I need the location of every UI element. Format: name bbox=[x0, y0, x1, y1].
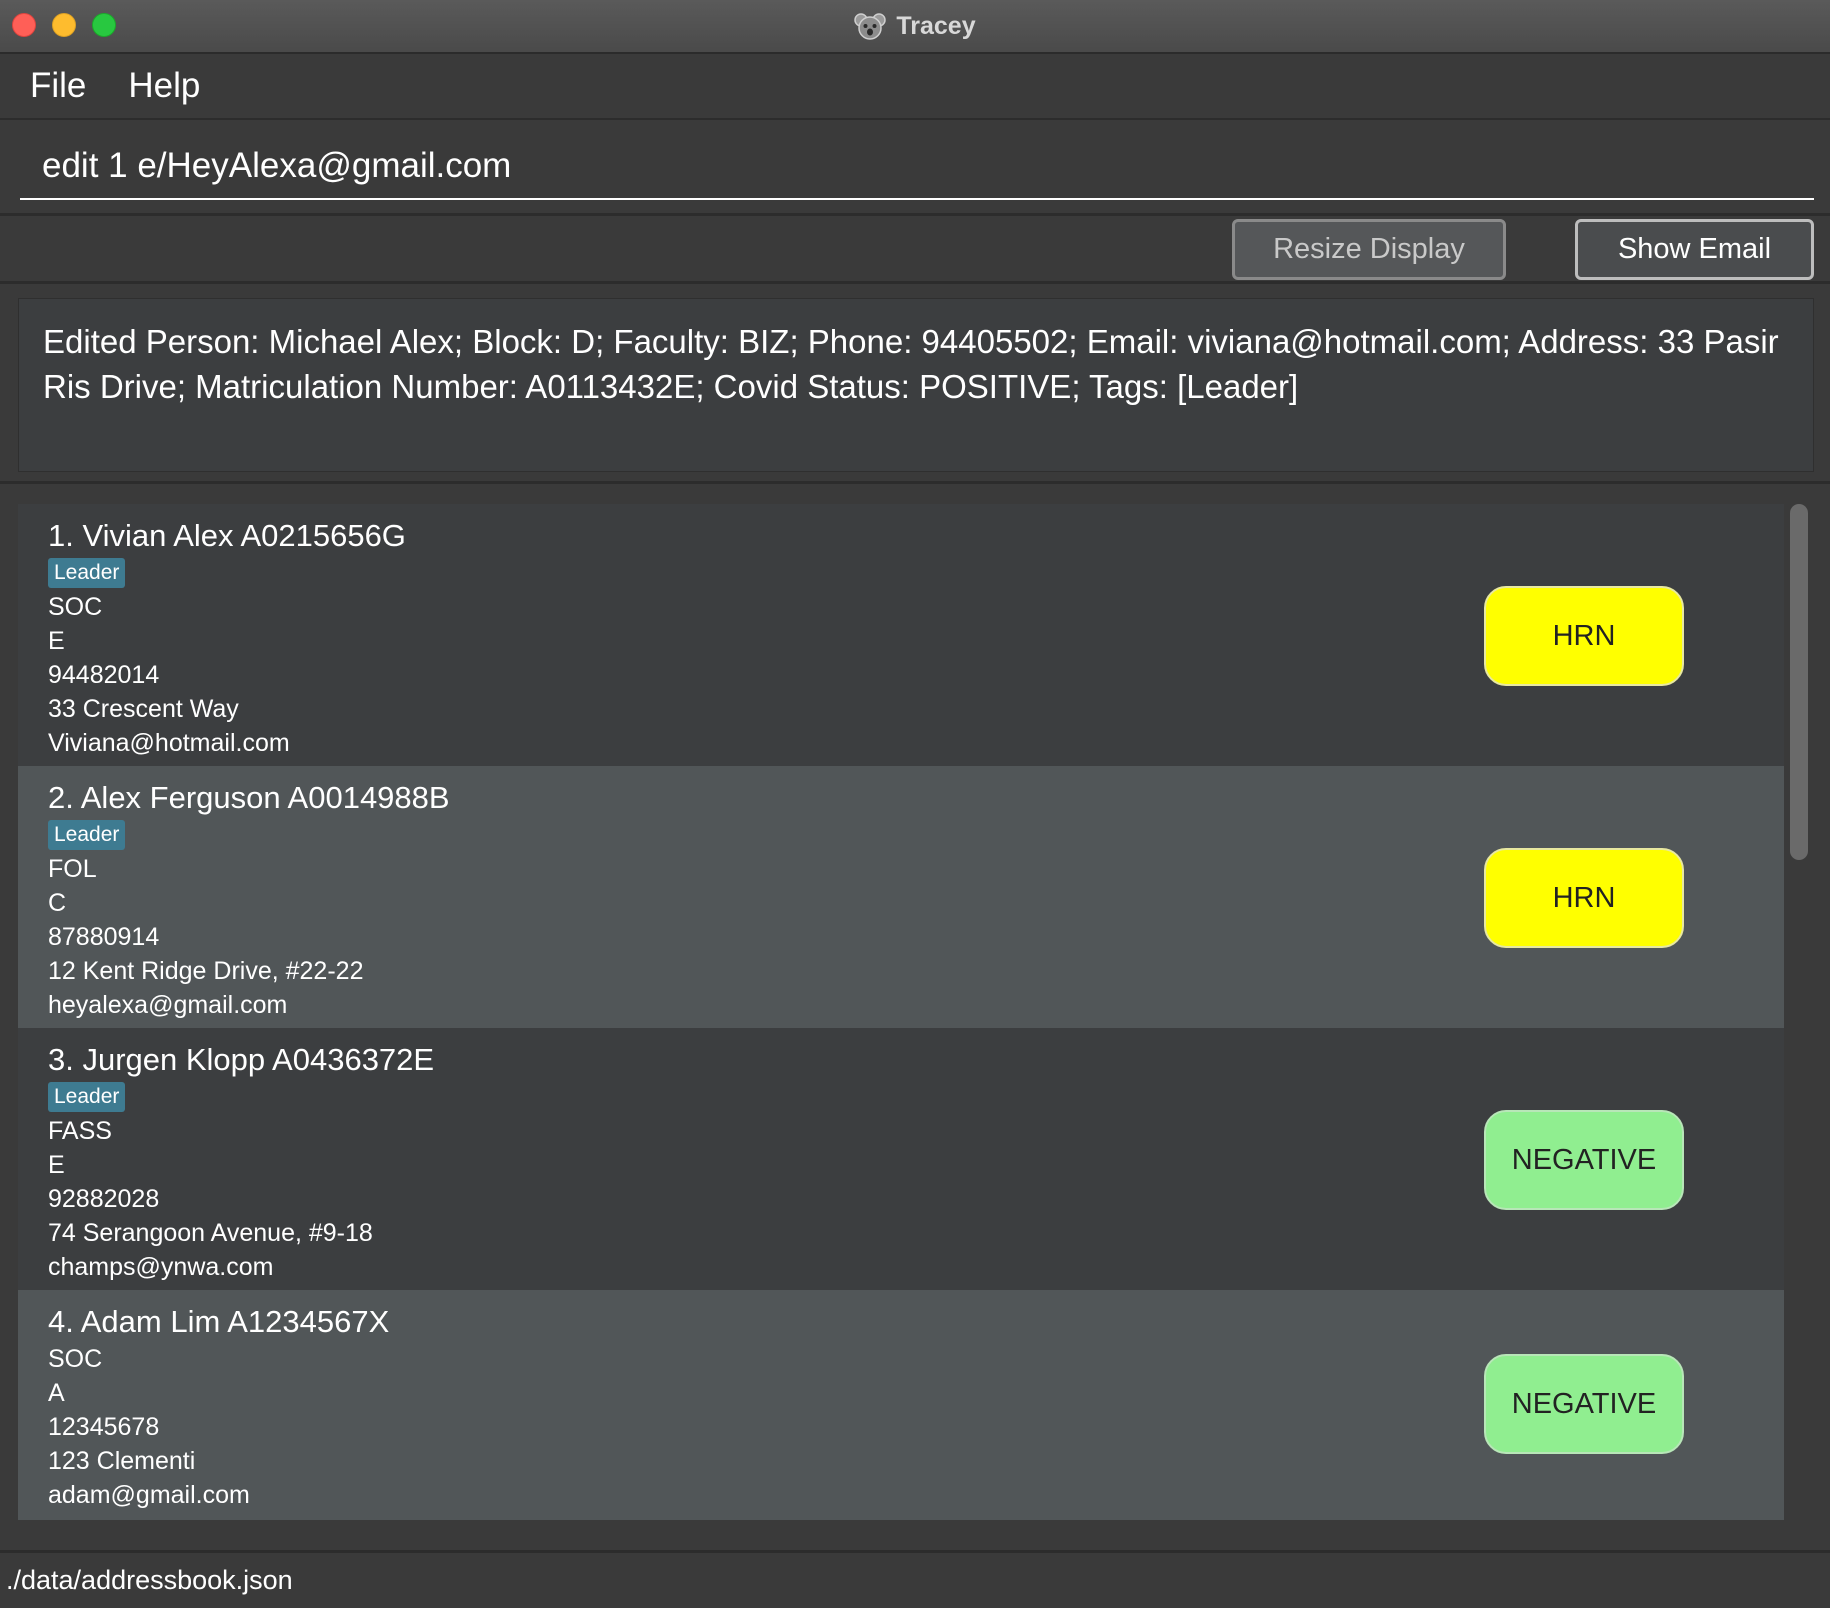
menu-bar: File Help bbox=[0, 54, 1830, 120]
tag-badge: Leader bbox=[48, 558, 126, 588]
resize-display-button[interactable]: Resize Display bbox=[1232, 219, 1506, 280]
person-address: 74 Serangoon Avenue, #9-18 bbox=[48, 1219, 373, 1247]
person-email: Viviana@hotmail.com bbox=[48, 729, 290, 757]
menu-help[interactable]: Help bbox=[128, 66, 200, 106]
command-box bbox=[0, 120, 1830, 216]
person-card[interactable]: 4. Adam Lim A1234567X SOC A 12345678 123… bbox=[18, 1290, 1784, 1520]
person-name: 4. Adam Lim A1234567X bbox=[48, 1304, 390, 1339]
tag-badge: Leader bbox=[48, 1082, 126, 1112]
person-name: 2. Alex Ferguson A0014988B bbox=[48, 780, 450, 815]
person-name: 3. Jurgen Klopp A0436372E bbox=[48, 1042, 435, 1077]
covid-status-badge: HRN bbox=[1484, 848, 1684, 948]
tag-badge: Leader bbox=[48, 820, 126, 850]
person-list: 1. Vivian Alex A0215656G Leader SOC E 94… bbox=[18, 504, 1784, 1520]
list-scrollbar[interactable] bbox=[1786, 504, 1810, 1514]
title-bar: Tracey bbox=[0, 0, 1830, 54]
person-email: heyalexa@gmail.com bbox=[48, 991, 288, 1019]
person-email: adam@gmail.com bbox=[48, 1481, 250, 1509]
person-address: 12 Kent Ridge Drive, #22-22 bbox=[48, 957, 364, 985]
person-card[interactable]: 2. Alex Ferguson A0014988B Leader FOL C … bbox=[18, 766, 1784, 1028]
menu-file[interactable]: File bbox=[30, 66, 86, 106]
person-email: champs@ynwa.com bbox=[48, 1253, 274, 1281]
show-email-button[interactable]: Show Email bbox=[1575, 219, 1814, 280]
person-card[interactable]: 1. Vivian Alex A0215656G Leader SOC E 94… bbox=[18, 504, 1784, 766]
button-bar: Resize Display Show Email bbox=[0, 216, 1830, 284]
person-address: 33 Crescent Way bbox=[48, 695, 239, 723]
scrollbar-thumb[interactable] bbox=[1790, 504, 1808, 860]
save-file-path: ./data/addressbook.json bbox=[6, 1565, 293, 1595]
person-card[interactable]: 3. Jurgen Klopp A0436372E Leader FASS E … bbox=[18, 1028, 1784, 1290]
koala-app-icon bbox=[854, 13, 887, 40]
command-input[interactable] bbox=[20, 134, 1814, 200]
covid-status-badge: HRN bbox=[1484, 586, 1684, 686]
result-display: Edited Person: Michael Alex; Block: D; F… bbox=[18, 298, 1814, 472]
status-bar: ./data/addressbook.json bbox=[0, 1550, 1830, 1608]
person-name: 1. Vivian Alex A0215656G bbox=[48, 518, 406, 553]
result-display-panel: Edited Person: Michael Alex; Block: D; F… bbox=[0, 284, 1830, 484]
covid-status-badge: NEGATIVE bbox=[1484, 1110, 1684, 1210]
window-title: Tracey bbox=[896, 11, 976, 40]
window-title-group: Tracey bbox=[0, 0, 1830, 52]
person-list-panel: 1. Vivian Alex A0215656G Leader SOC E 94… bbox=[0, 484, 1830, 1550]
covid-status-badge: NEGATIVE bbox=[1484, 1354, 1684, 1454]
